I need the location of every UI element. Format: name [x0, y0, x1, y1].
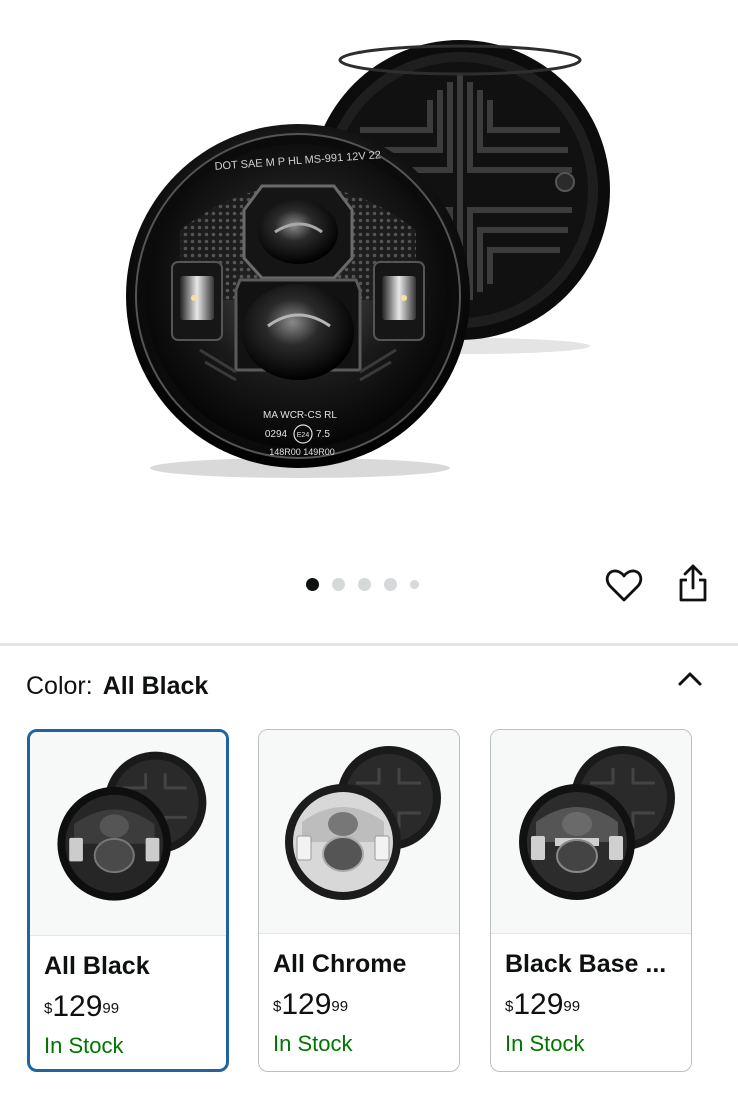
price-fraction: 99	[102, 1000, 120, 1017]
card-divider	[30, 935, 226, 936]
pagination-dot[interactable]	[410, 579, 419, 589]
lens-text-badge: E24	[297, 432, 310, 439]
lens-text-line1: MA WCR-CS RL	[263, 410, 337, 421]
color-option-all-chrome[interactable]: All Chrome $12999 In Stock	[258, 729, 460, 1072]
color-option-black-base[interactable]: Black Base ... $12999 In Stock	[490, 729, 692, 1072]
option-name: Black Base ...	[505, 950, 667, 978]
selected-color: All Black	[102, 672, 209, 700]
option-name: All Black	[44, 952, 150, 980]
image-pagination[interactable]	[306, 576, 419, 592]
price-whole: 129	[513, 988, 564, 1021]
option-thumbnail	[30, 732, 226, 935]
headlight-thumbnail	[57, 751, 207, 901]
share-icon	[679, 564, 707, 602]
pagination-dot[interactable]	[384, 577, 397, 591]
color-option-all-black[interactable]: All Black $12999 In Stock	[27, 729, 229, 1072]
favorite-button[interactable]	[604, 566, 644, 606]
lens-text-line4: 148R00 149R00	[269, 447, 335, 457]
lens-text-line3: 7.5	[316, 429, 330, 440]
section-divider	[0, 643, 738, 646]
price-whole: 129	[52, 990, 103, 1023]
option-price: $12999	[44, 990, 119, 1024]
price-currency: $	[44, 1000, 53, 1017]
price-fraction: 99	[563, 998, 581, 1015]
stock-status: In Stock	[44, 1033, 124, 1058]
color-label-row: Color: All Black	[26, 670, 208, 702]
heart-icon	[605, 569, 643, 602]
price-whole: 129	[281, 988, 332, 1021]
headlight-pair-image: DOT SAE M P HL MS-991 12V 22 MA WCR-CS R…	[126, 40, 610, 478]
stock-status: In Stock	[273, 1031, 353, 1056]
share-button[interactable]	[673, 562, 713, 606]
collapse-button[interactable]	[672, 664, 708, 694]
option-price: $12999	[505, 988, 580, 1022]
headlight-thumbnail	[519, 746, 675, 900]
option-thumbnail	[259, 730, 459, 933]
pagination-dot[interactable]	[358, 577, 371, 591]
price-currency: $	[273, 998, 282, 1015]
headlight-thumbnail	[285, 746, 441, 900]
color-label: Color:	[26, 672, 93, 700]
price-fraction: 99	[331, 998, 349, 1015]
option-name: All Chrome	[273, 950, 407, 978]
stock-status: In Stock	[505, 1031, 585, 1056]
price-currency: $	[505, 998, 514, 1015]
pagination-dot[interactable]	[332, 577, 345, 591]
option-price: $12999	[273, 988, 348, 1022]
option-thumbnail	[491, 730, 691, 933]
lens-text-line2: 0294	[265, 429, 288, 440]
product-image[interactable]: DOT SAE M P HL MS-991 12V 22 MA WCR-CS R…	[0, 0, 738, 540]
chevron-up-icon	[678, 672, 702, 686]
card-divider	[491, 933, 691, 934]
card-divider	[259, 933, 459, 934]
headlight-front: DOT SAE M P HL MS-991 12V 22 MA WCR-CS R…	[126, 124, 470, 468]
pagination-dot[interactable]	[306, 577, 319, 591]
